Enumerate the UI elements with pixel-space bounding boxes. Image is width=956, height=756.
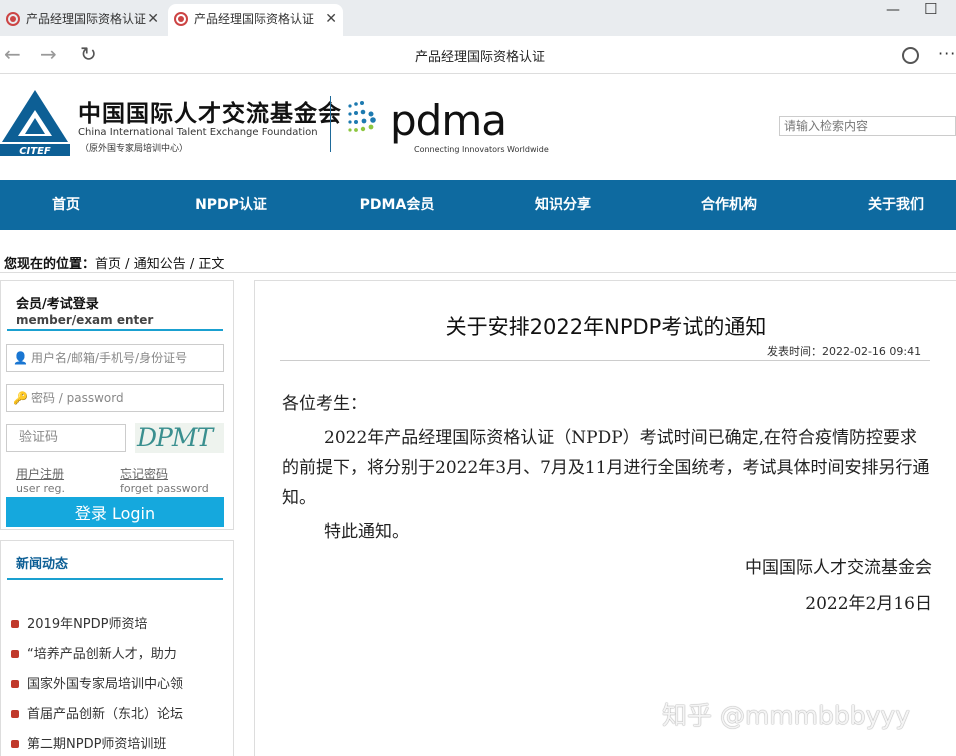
username-field[interactable]: 👤 用户名/邮箱/手机号/身份证号: [6, 344, 224, 372]
article-date: 2022年2月16日: [805, 594, 932, 614]
breadcrumb-divider: [0, 272, 956, 273]
breadcrumb-separator: /: [121, 257, 134, 272]
list-item[interactable]: 2019年NPDP师资培: [11, 613, 226, 632]
login-title-underline: [7, 329, 223, 331]
captcha-text: DPMT: [137, 423, 213, 452]
login-panel: 会员/考试登录 member/exam enter 👤 用户名/邮箱/手机号/身份…: [0, 280, 234, 530]
user-icon: 👤: [13, 351, 28, 365]
close-tab-icon[interactable]: ✕: [147, 4, 159, 34]
password-field[interactable]: 🔑 密码 / password: [6, 384, 224, 412]
nav-item-npdp[interactable]: NPDP认证: [181, 180, 281, 230]
minimize-window-icon[interactable]: —: [886, 2, 900, 18]
list-item[interactable]: 第二期NPDP师资培训班: [11, 733, 226, 752]
key-icon: 🔑: [13, 391, 28, 405]
news-title-underline: [7, 578, 223, 580]
publish-time-value: 2022-02-16 09:41: [822, 345, 922, 358]
login-subtitle: member/exam enter: [16, 313, 154, 327]
news-item-title: 第二期NPDP师资培训班: [27, 737, 167, 752]
org-name-en: China International Talent Exchange Foun…: [78, 127, 318, 138]
bullet-icon: [11, 619, 19, 628]
bullet-icon: [11, 679, 19, 688]
nav-item-home[interactable]: 首页: [16, 180, 116, 230]
tab-title: 产品经理国际资格认证: [26, 12, 147, 26]
org-name-cn: 中国国际人才交流基金会: [78, 101, 342, 127]
news-panel: 新闻动态 2019年NPDP师资培 “培养产品创新人才，助力 国家外国专家局培训…: [0, 540, 234, 756]
register-link-en[interactable]: user reg.: [16, 482, 65, 495]
close-tab-icon[interactable]: ✕: [325, 4, 337, 34]
article-title: 关于安排2022年NPDP考试的通知: [445, 315, 767, 339]
breadcrumb-item-current: 正文: [198, 257, 225, 272]
nav-item-pdma-member[interactable]: PDMA会员: [347, 180, 447, 230]
pdma-tagline: Connecting Innovators Worldwide: [414, 145, 549, 154]
logo-divider: [330, 96, 331, 152]
breadcrumb: 您现在的位置：首页 / 通知公告 / 正文: [4, 253, 224, 272]
news-title: 新闻动态: [16, 557, 69, 572]
nav-item-knowledge[interactable]: 知识分享: [513, 180, 613, 230]
article-signature: 中国国际人才交流基金会: [745, 558, 932, 578]
news-item-title: 国家外国专家局培训中心领: [27, 677, 184, 692]
password-placeholder: 密码 / password: [30, 391, 124, 405]
breadcrumb-item-notices[interactable]: 通知公告: [134, 257, 186, 272]
tab-title: 产品经理国际资格认证: [194, 12, 315, 26]
breadcrumb-prefix: 您现在的位置：: [4, 257, 96, 272]
list-item[interactable]: “培养产品创新人才，助力: [11, 643, 226, 662]
org-former-name: （原外国专家局培训中心）: [80, 144, 189, 154]
news-item-title: “培养产品创新人才，助力: [27, 647, 177, 662]
address-title[interactable]: 产品经理国际资格认证: [330, 46, 630, 65]
breadcrumb-item-home[interactable]: 首页: [95, 257, 121, 272]
bullet-icon: [11, 709, 19, 718]
main-nav: 首页 NPDP认证 PDMA会员 知识分享 合作机构 关于我们: [0, 180, 956, 230]
search-input[interactable]: [779, 116, 956, 136]
login-title: 会员/考试登录: [16, 297, 99, 312]
browser-address-bar: ← → ↻ 产品经理国际资格认证 ···: [0, 36, 956, 74]
username-placeholder: 用户名/邮箱/手机号/身份证号: [30, 351, 188, 365]
extension-icon[interactable]: [902, 47, 919, 64]
logo-text: CITEF: [19, 146, 51, 156]
forgot-password-link-en[interactable]: forget password: [120, 482, 209, 495]
captcha-field[interactable]: 验证码: [6, 424, 126, 452]
maximize-window-icon[interactable]: ☐: [924, 0, 937, 18]
forward-arrow-icon[interactable]: →: [40, 42, 57, 66]
breadcrumb-separator: /: [185, 257, 199, 272]
site-favicon-icon: [6, 12, 20, 26]
site-favicon-icon: [174, 12, 188, 26]
list-item[interactable]: 国家外国专家局培训中心领: [11, 673, 226, 692]
article-publish-time: 发表时间：2022-02-16 09:41: [767, 343, 921, 359]
back-arrow-icon[interactable]: ←: [4, 42, 21, 66]
watermark: 知乎 @mmmbbbyyy: [662, 701, 910, 730]
pdma-logo-icon: [348, 101, 376, 132]
bullet-icon: [11, 649, 19, 658]
forgot-password-link[interactable]: 忘记密码: [120, 465, 168, 482]
register-link[interactable]: 用户注册: [16, 465, 64, 482]
pdma-logo-text[interactable]: pdma: [390, 96, 507, 145]
captcha-image[interactable]: DPMT: [135, 423, 224, 453]
list-item[interactable]: 首届产品创新（东北）论坛: [11, 703, 226, 722]
browser-tab-1[interactable]: 产品经理国际资格认证 ✕: [0, 4, 165, 36]
browser-tab-2-active[interactable]: 产品经理国际资格认证 ✕: [168, 4, 343, 36]
citef-logo-icon[interactable]: CITEF: [0, 88, 70, 156]
news-item-title: 首届产品创新（东北）论坛: [27, 707, 184, 722]
nav-item-partners[interactable]: 合作机构: [679, 180, 779, 230]
publish-time-label: 发表时间：: [767, 345, 822, 358]
article-notice: 特此通知。: [324, 522, 409, 542]
more-icon[interactable]: ···: [938, 44, 956, 63]
article-panel: 关于安排2022年NPDP考试的通知 发表时间：2022-02-16 09:41…: [254, 280, 956, 756]
news-item-title: 2019年NPDP师资培: [27, 617, 148, 632]
browser-tab-bar: 产品经理国际资格认证 ✕ 产品经理国际资格认证 ✕ — ☐: [0, 0, 956, 36]
nav-item-about[interactable]: 关于我们: [846, 180, 946, 230]
bullet-icon: [11, 739, 19, 748]
login-button[interactable]: 登录 Login: [6, 497, 224, 527]
article-salutation: 各位考生：: [282, 394, 367, 414]
reload-icon[interactable]: ↻: [80, 42, 97, 66]
article-body: 2022年产品经理国际资格认证（NPDP）考试时间已确定,在符合疫情防控要求的前…: [282, 428, 930, 508]
article-divider: [280, 360, 930, 361]
